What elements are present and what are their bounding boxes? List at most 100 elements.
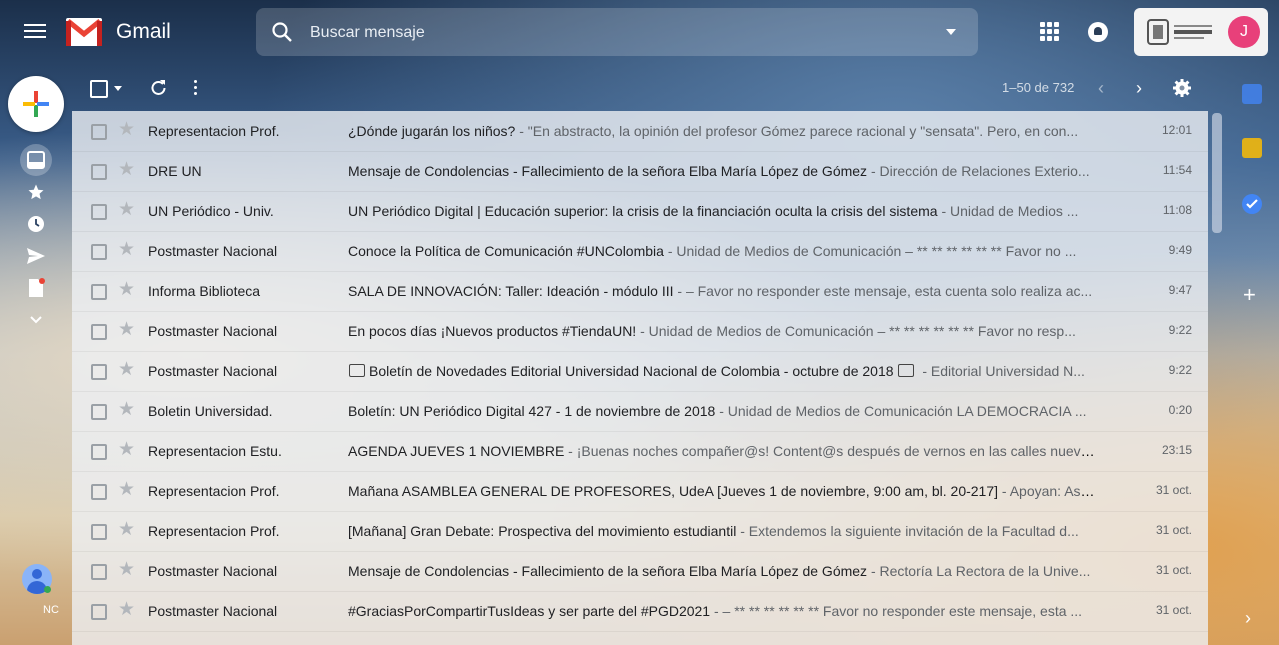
row-checkbox[interactable] — [91, 524, 107, 540]
email-row[interactable]: ★ Representacion Prof. ¿Dónde jugarán los … — [72, 111, 1208, 152]
search-input[interactable] — [308, 19, 912, 47]
row-checkbox[interactable] — [91, 324, 107, 340]
email-subject-line: SALA DE INNOVACIÓN: Taller: Ideación - m… — [348, 283, 1098, 299]
apps-grid-icon[interactable] — [1040, 22, 1060, 42]
email-subject: Conoce la Política de Comunicación #UNCo… — [348, 243, 664, 259]
row-checkbox[interactable] — [91, 284, 107, 300]
email-row[interactable]: ★ Representacion Prof. [Mañana] Gran Debat… — [72, 511, 1208, 552]
email-row[interactable]: ★ Postmaster Nacional #GraciasPorCompartir… — [72, 591, 1208, 632]
email-list: ★ Representacion Prof. ¿Dónde jugarán los … — [72, 111, 1208, 645]
email-time: 31 oct. — [1155, 563, 1192, 577]
refresh-icon[interactable] — [148, 78, 168, 98]
email-sender: Informa Biblioteca — [148, 283, 261, 299]
search-options-dropdown-icon[interactable] — [946, 29, 956, 35]
email-sender: DRE UN — [148, 163, 202, 179]
email-row[interactable]: ★ UN Periódico - Univ. UN Periódico Digita… — [72, 191, 1208, 232]
email-snippet: - ¡Buenas noches compañer@s! Content@s d… — [564, 443, 1098, 459]
keep-icon[interactable] — [1242, 138, 1262, 158]
account-avatar[interactable]: J — [1228, 16, 1260, 48]
calendar-icon[interactable] — [1242, 84, 1262, 104]
email-subject-line: #GraciasPorCompartirTusIdeas y ser parte… — [348, 603, 1098, 619]
star-toggle-icon[interactable]: ★ — [118, 480, 135, 500]
search-bar[interactable] — [256, 8, 978, 56]
star-toggle-icon[interactable]: ★ — [118, 600, 135, 620]
email-row[interactable]: ★ Informa Biblioteca SALA DE INNOVACIÓN: T… — [72, 271, 1208, 312]
email-row[interactable]: ★ Postmaster Nacional En pocos días ¡Nuevo… — [72, 311, 1208, 352]
star-toggle-icon[interactable]: ★ — [118, 120, 135, 140]
gmail-logo[interactable] — [66, 18, 102, 46]
star-toggle-icon[interactable]: ★ — [118, 520, 135, 540]
email-row[interactable]: ★ Postmaster Nacional Conoce la Política d… — [72, 231, 1208, 272]
account-box[interactable]: J — [1134, 8, 1268, 56]
select-all-checkbox[interactable] — [90, 80, 108, 98]
hamburger-icon[interactable] — [24, 20, 46, 44]
star-toggle-icon[interactable]: ★ — [118, 240, 135, 260]
expand-panel-icon[interactable]: › — [1245, 608, 1251, 629]
email-row[interactable]: ★ Boletin Universidad. Boletín: UN Periódi… — [72, 391, 1208, 432]
row-checkbox[interactable] — [91, 604, 107, 620]
gear-icon[interactable] — [1172, 78, 1192, 98]
email-row[interactable]: ★ Representacion Prof. Mañana ASAMBLEA GEN… — [72, 471, 1208, 512]
row-checkbox[interactable] — [91, 364, 107, 380]
sent-nav[interactable] — [24, 244, 48, 268]
email-sender: Postmaster Nacional — [148, 603, 278, 619]
email-subject-line: UN Periódico Digital | Educación superio… — [348, 203, 1098, 219]
email-sender: Representacion Estu. — [148, 443, 282, 459]
row-checkbox[interactable] — [91, 124, 107, 140]
row-checkbox[interactable] — [91, 164, 107, 180]
select-options-caret-icon[interactable] — [114, 86, 122, 91]
more-nav[interactable] — [24, 308, 48, 332]
star-toggle-icon[interactable]: ★ — [118, 400, 135, 420]
email-subject: Boletín: UN Periódico Digital 427 - 1 de… — [348, 403, 716, 419]
next-page-icon[interactable]: › — [1136, 79, 1142, 97]
star-toggle-icon[interactable]: ★ — [118, 280, 135, 300]
row-checkbox[interactable] — [91, 484, 107, 500]
compose-button[interactable] — [8, 76, 64, 132]
search-icon[interactable] — [270, 20, 294, 44]
email-time: 31 oct. — [1155, 523, 1192, 537]
online-status-dot — [44, 586, 51, 593]
email-snippet: - "En abstracto, la opinión del profesor… — [515, 123, 1079, 139]
email-subject: UN Periódico Digital | Educación superio… — [348, 203, 938, 219]
star-toggle-icon[interactable]: ★ — [118, 160, 135, 180]
snoozed-nav[interactable] — [24, 212, 48, 236]
email-row[interactable]: ★ Postmaster Nacional Mensaje de Condolenc… — [72, 551, 1208, 592]
row-checkbox[interactable] — [91, 204, 107, 220]
email-subject: [Mañana] Gran Debate: Prospectiva del mo… — [348, 523, 737, 539]
email-time: 31 oct. — [1155, 483, 1192, 497]
drafts-nav[interactable] — [24, 276, 48, 300]
inbox-nav[interactable] — [20, 144, 52, 176]
email-row[interactable]: ★ Representacion Estu. AGENDA JUEVES 1 NOV… — [72, 431, 1208, 472]
email-time: 9:47 — [1168, 283, 1192, 297]
email-time: 0:20 — [1168, 403, 1192, 417]
notifications-icon[interactable] — [1088, 22, 1108, 42]
row-checkbox[interactable] — [91, 244, 107, 260]
star-toggle-icon[interactable]: ★ — [118, 560, 135, 580]
list-toolbar: 1–50 de 732 ‹ › — [72, 72, 1208, 104]
star-toggle-icon[interactable]: ★ — [118, 200, 135, 220]
chevron-down-icon — [30, 316, 42, 324]
row-checkbox[interactable] — [91, 564, 107, 580]
star-toggle-icon[interactable]: ★ — [118, 440, 135, 460]
tasks-icon[interactable] — [1242, 194, 1262, 214]
email-snippet: - Unidad de Medios de Comunicación – ** … — [663, 243, 1077, 259]
previous-page-icon[interactable]: ‹ — [1098, 79, 1104, 97]
email-subject: SALA DE INNOVACIÓN: Taller: Ideación - m… — [348, 283, 674, 299]
clock-icon — [28, 216, 44, 232]
email-row[interactable]: ★ Postmaster Nacional Boletín de Novedades… — [72, 351, 1208, 392]
add-addon-icon[interactable]: + — [1243, 282, 1256, 308]
row-checkbox[interactable] — [91, 444, 107, 460]
list-scrollbar[interactable] — [1212, 113, 1222, 233]
star-toggle-icon[interactable]: ★ — [118, 360, 135, 380]
row-checkbox[interactable] — [91, 404, 107, 420]
email-subject: #GraciasPorCompartirTusIdeas y ser parte… — [348, 603, 711, 619]
more-actions-icon[interactable] — [194, 80, 197, 98]
send-icon — [27, 248, 45, 264]
email-subject: Mensaje de Condolencias - Fallecimiento … — [348, 163, 868, 179]
email-sender: Representacion Prof. — [148, 483, 280, 499]
star-toggle-icon[interactable]: ★ — [118, 320, 135, 340]
email-row[interactable]: ★ DRE UN Mensaje de Condolencias - Falleci… — [72, 151, 1208, 192]
email-sender: Representacion Prof. — [148, 523, 280, 539]
starred-nav[interactable] — [24, 180, 48, 204]
email-time: 9:22 — [1168, 363, 1192, 377]
